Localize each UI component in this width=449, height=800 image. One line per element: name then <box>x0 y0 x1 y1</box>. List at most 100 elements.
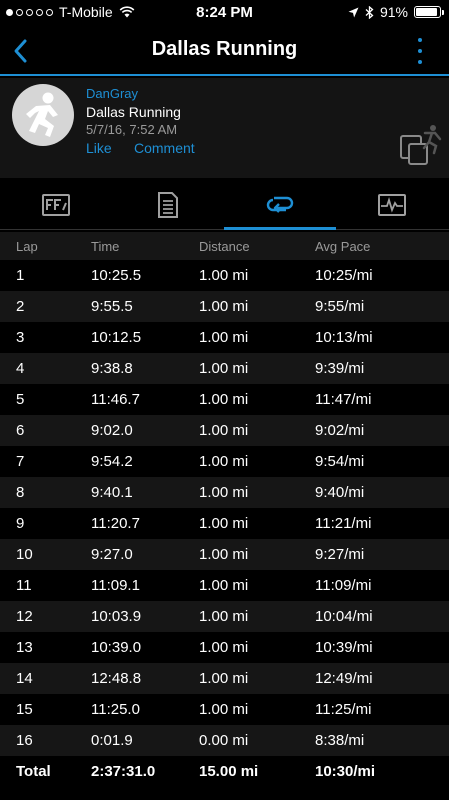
lap-cell: 12 <box>16 608 33 625</box>
distance-cell: 1.00 mi <box>199 453 249 470</box>
pace-cell: 9:40/mi <box>315 484 365 501</box>
table-row[interactable]: 10 9:27.0 1.00 mi 9:27/mi <box>0 539 449 570</box>
distance-cell: 1.00 mi <box>199 267 249 284</box>
activity-date: 5/7/16, 7:52 AM <box>86 122 178 137</box>
distance-cell: 1.00 mi <box>199 360 249 377</box>
pace-cell: 8:38/mi <box>315 732 365 749</box>
overview-card-icon <box>42 194 70 216</box>
lap-cell: 3 <box>16 329 25 346</box>
total-time-cell: 2:37:31.0 <box>91 763 156 780</box>
header-time[interactable]: Time <box>91 232 119 260</box>
time-cell: 10:39.0 <box>91 639 142 656</box>
distance-cell: 1.00 mi <box>199 484 249 501</box>
comment-button[interactable]: Comment <box>134 140 195 156</box>
lap-table: Lap Time Distance Avg Pace 1 10:25.5 1.00 … <box>0 232 449 787</box>
table-row[interactable]: 8 9:40.1 1.00 mi 9:40/mi <box>0 477 449 508</box>
distance-cell: 1.00 mi <box>199 422 249 439</box>
distance-cell: 1.00 mi <box>199 329 249 346</box>
lap-cell: 11 <box>16 577 32 594</box>
time-cell: 0:01.9 <box>91 732 133 749</box>
bluetooth-icon <box>365 5 374 19</box>
distance-cell: 1.00 mi <box>199 701 249 718</box>
distance-cell: 1.00 mi <box>199 546 249 563</box>
pace-cell: 11:25/mi <box>315 701 372 718</box>
user-name-link[interactable]: DanGray <box>86 86 138 101</box>
total-pace-cell: 10:30/mi <box>315 763 376 780</box>
header-lap[interactable]: Lap <box>16 232 38 260</box>
pace-cell: 9:54/mi <box>315 453 365 470</box>
runner-avatar-icon <box>26 92 58 137</box>
distance-cell: 1.00 mi <box>199 298 249 315</box>
pace-cell: 9:39/mi <box>315 360 365 377</box>
lap-cell: 13 <box>16 639 33 656</box>
table-row[interactable]: 16 0:01.9 0.00 mi 8:38/mi <box>0 725 449 756</box>
tab-details[interactable] <box>112 180 224 230</box>
distance-cell: 1.00 mi <box>199 391 249 408</box>
total-distance-cell: 15.00 mi <box>199 763 259 780</box>
laps-loop-icon <box>266 196 294 213</box>
lap-cell: 9 <box>16 515 25 532</box>
table-row[interactable]: 9 11:20.7 1.00 mi 11:21/mi <box>0 508 449 539</box>
pace-cell: 11:09/mi <box>315 577 372 594</box>
time-cell: 10:12.5 <box>91 329 142 346</box>
more-vertical-icon[interactable] <box>415 38 425 64</box>
table-row[interactable]: 15 11:25.0 1.00 mi 11:25/mi <box>0 694 449 725</box>
distance-cell: 1.00 mi <box>199 608 249 625</box>
lap-cell: 2 <box>16 298 25 315</box>
header-pace[interactable]: Avg Pace <box>315 232 370 260</box>
lap-rows: 1 10:25.5 1.00 mi 10:25/mi 2 9:55.5 1.00 mi 9:5… <box>0 260 449 756</box>
lap-cell: 16 <box>16 732 33 749</box>
table-row[interactable]: 12 10:03.9 1.00 mi 10:04/mi <box>0 601 449 632</box>
lap-cell: 6 <box>16 422 25 439</box>
pace-cell: 10:13/mi <box>315 329 373 346</box>
battery-fill <box>416 8 437 16</box>
header-distance[interactable]: Distance <box>199 232 250 260</box>
table-row[interactable]: 2 9:55.5 1.00 mi 9:55/mi <box>0 291 449 322</box>
lap-cell: 1 <box>16 267 25 284</box>
document-list-icon <box>158 192 178 218</box>
pace-cell: 9:55/mi <box>315 298 365 315</box>
chart-wave-icon <box>378 194 406 216</box>
activity-card: DanGray Dallas Running 5/7/16, 7:52 AM L… <box>0 78 449 178</box>
tab-overview[interactable] <box>0 180 112 230</box>
table-row[interactable]: 13 10:39.0 1.00 mi 10:39/mi <box>0 632 449 663</box>
time-cell: 9:40.1 <box>91 484 133 501</box>
time-cell: 9:27.0 <box>91 546 133 563</box>
table-row[interactable]: 5 11:46.7 1.00 mi 11:47/mi <box>0 384 449 415</box>
time-cell: 12:48.8 <box>91 670 142 687</box>
time-cell: 11:09.1 <box>91 577 140 594</box>
nav-bar: Dallas Running <box>0 26 449 76</box>
pace-cell: 10:25/mi <box>315 267 373 284</box>
pace-cell: 9:27/mi <box>315 546 365 563</box>
table-row[interactable]: 14 12:48.8 1.00 mi 12:49/mi <box>0 663 449 694</box>
like-button[interactable]: Like <box>86 140 112 156</box>
distance-cell: 1.00 mi <box>199 577 249 594</box>
status-bar: T-Mobile 8:24 PM 91% <box>0 0 449 26</box>
distance-cell: 0.00 mi <box>199 732 249 749</box>
table-row[interactable]: 7 9:54.2 1.00 mi 9:54/mi <box>0 446 449 477</box>
running-activity-icon <box>400 125 442 165</box>
avatar[interactable] <box>12 84 74 146</box>
distance-cell: 1.00 mi <box>199 639 249 656</box>
table-row[interactable]: 1 10:25.5 1.00 mi 10:25/mi <box>0 260 449 291</box>
time-cell: 11:46.7 <box>91 391 140 408</box>
pace-cell: 11:21/mi <box>315 515 372 532</box>
tab-laps[interactable] <box>224 180 336 230</box>
table-row[interactable]: 4 9:38.8 1.00 mi 9:39/mi <box>0 353 449 384</box>
pace-cell: 12:49/mi <box>315 670 373 687</box>
status-right: 91% <box>348 4 444 20</box>
time-cell: 9:55.5 <box>91 298 133 315</box>
lap-cell: 8 <box>16 484 25 501</box>
total-row: Total 2:37:31.0 15.00 mi 10:30/mi <box>0 756 449 787</box>
activity-name: Dallas Running <box>86 104 181 120</box>
table-row[interactable]: 6 9:02.0 1.00 mi 9:02/mi <box>0 415 449 446</box>
tab-bar <box>0 180 449 230</box>
time-cell: 9:38.8 <box>91 360 133 377</box>
table-row[interactable]: 3 10:12.5 1.00 mi 10:13/mi <box>0 322 449 353</box>
time-cell: 9:02.0 <box>91 422 133 439</box>
location-arrow-icon <box>348 7 359 17</box>
time-cell: 9:54.2 <box>91 453 133 470</box>
distance-cell: 1.00 mi <box>199 670 249 687</box>
tab-charts[interactable] <box>336 180 448 230</box>
table-row[interactable]: 11 11:09.1 1.00 mi 11:09/mi <box>0 570 449 601</box>
